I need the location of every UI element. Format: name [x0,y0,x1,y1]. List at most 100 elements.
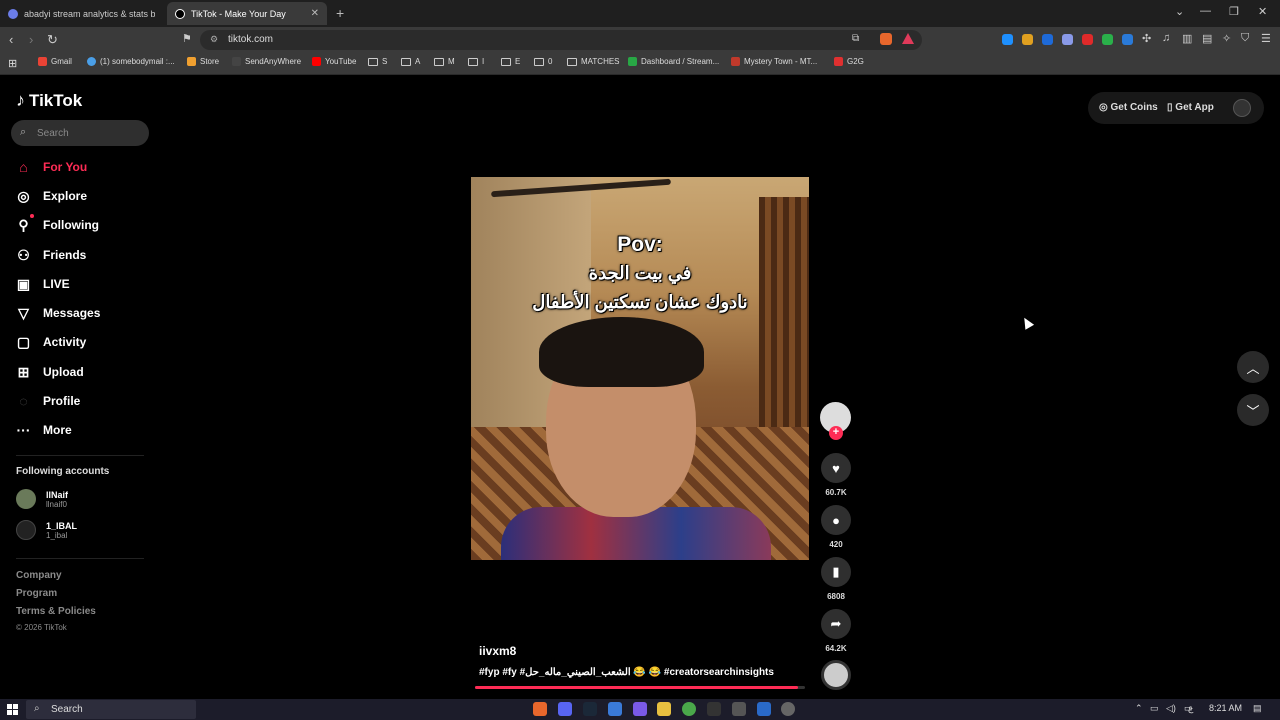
sidebar-item-activity[interactable]: ▢ Activity [16,331,86,353]
bookmark-folder-s[interactable]: S [368,57,387,66]
tab-stream-analytics[interactable]: abadyi stream analytics & stats by 26 [0,2,163,25]
sidebar-item-label: For You [43,160,88,174]
forward-icon[interactable]: › [29,32,33,47]
network-icon[interactable]: ▭ [1150,703,1159,714]
footer-link-program[interactable]: Program [16,588,57,599]
sidebar-item-for-you[interactable]: ⌂ For You [16,156,87,178]
leo-ai-icon[interactable]: ✧ [1222,32,1231,45]
sidebar-item-messages[interactable]: ▽ Messages [16,302,100,324]
follow-plus-icon[interactable]: + [829,426,843,440]
following-account-item[interactable]: 1_IBAL 1_ibal [16,520,77,540]
bookmark-sendanywhere[interactable]: SendAnyWhere [232,57,301,66]
language-indicator[interactable]: ع [1188,703,1193,714]
tiktok-logo[interactable]: ♪ TikTok [16,90,82,111]
bookmark-somebodymail[interactable]: (1) somebodymail :... [87,57,175,66]
discord-icon[interactable] [558,702,572,716]
restore-icon[interactable]: ❐ [1229,5,1239,18]
bookmark-folder-m[interactable]: M [434,57,455,66]
media-icon[interactable]: ♫ [1162,32,1170,44]
extension-icon[interactable] [1082,34,1093,45]
extensions-puzzle-icon[interactable]: ✣ [1142,32,1151,45]
tab-search-chevron-icon[interactable]: ⌄ [1175,5,1184,18]
extension-icon[interactable] [1122,34,1133,45]
sidebar-item-friends[interactable]: ⚇ Friends [16,244,86,266]
share-button[interactable]: ➦ [821,609,851,639]
app-icon[interactable] [633,702,647,716]
extension-icon[interactable] [1062,34,1073,45]
next-video-button[interactable]: ﹀ [1237,394,1269,426]
menu-icon[interactable]: ☰ [1261,32,1271,45]
bookmark-folder-0[interactable]: 0 [534,57,552,66]
brave-rewards-icon[interactable] [902,33,914,44]
bookmark-folder-a[interactable]: A [401,57,420,66]
bookmark-folder-i[interactable]: I [468,57,484,66]
extension-icon[interactable] [1002,34,1013,45]
video-author[interactable]: iivxm8 [479,644,516,658]
comment-button[interactable]: ● [821,505,851,535]
apps-grid-icon[interactable]: ⊞ [8,57,17,70]
video-caption[interactable]: #fyp #fy #الشعب_الصيني_ماله_حل 😂 😂 #crea… [479,667,774,678]
extension-icon[interactable] [1042,34,1053,45]
extension-icon[interactable] [1022,34,1033,45]
app-icon[interactable] [732,702,746,716]
bookmark-g2g[interactable]: G2G [834,57,864,66]
url-field[interactable]: ⚙ tiktok.com ⧉ [200,30,922,50]
app-icon[interactable] [781,702,795,716]
app-icon[interactable] [757,702,771,716]
bookmark-youtube[interactable]: YouTube [312,57,356,66]
sidebar-item-upload[interactable]: ⊞ Upload [16,361,84,383]
new-tab-button[interactable]: + [336,5,344,21]
tray-overflow-icon[interactable]: ⌃ [1135,703,1143,714]
user-avatar[interactable] [1233,99,1251,117]
bookmark-mystery-town[interactable]: Mystery Town - MT... [731,57,817,66]
brave-shields-icon[interactable] [880,33,892,45]
bookmark-folder-e[interactable]: E [501,57,520,66]
sidebar-item-profile[interactable]: ◌ Profile [16,390,80,412]
bookmark-gmail[interactable]: Gmail [38,57,72,66]
steam-icon[interactable] [583,702,597,716]
chrome-icon[interactable] [682,702,696,716]
extension-icon[interactable] [1102,34,1113,45]
sidebar-item-following[interactable]: ⚲ Following [16,214,99,236]
sidebar-item-explore[interactable]: ◎ Explore [16,185,87,207]
taskbar-search[interactable]: ⌕ Search [26,700,196,719]
sidebar-item-more[interactable]: ··· More [16,419,72,441]
volume-icon[interactable]: ◁) [1166,703,1176,714]
get-app-button[interactable]: ▯ Get App [1167,102,1214,113]
music-disc-icon[interactable] [821,660,851,690]
clock[interactable]: 8:21 AM [1209,703,1242,713]
bookmark-store[interactable]: Store [187,57,219,66]
wallet-icon[interactable]: ▤ [1202,32,1212,45]
video-progress-bar[interactable] [475,686,805,689]
search-box[interactable]: ⌕ [11,120,149,146]
bookmark-dashboard[interactable]: Dashboard / Stream... [628,57,719,66]
footer-link-terms[interactable]: Terms & Policies [16,606,96,617]
like-button[interactable]: ♥ [821,453,851,483]
get-coins-button[interactable]: ◎ Get Coins [1099,102,1158,113]
close-window-icon[interactable]: ✕ [1258,5,1267,18]
minimize-icon[interactable]: — [1200,5,1211,17]
reload-icon[interactable]: ↻ [47,32,58,48]
tab-tiktok[interactable]: TikTok - Make Your Day ✕ [167,2,327,25]
site-info-icon[interactable]: ⚙ [210,34,218,45]
vpn-shield-icon[interactable]: ⛉ [1241,32,1249,45]
following-account-item[interactable]: llNaif llnaif0 [16,489,68,509]
sidebar-item-live[interactable]: ▣ LIVE [16,273,70,295]
footer-link-company[interactable]: Company [16,570,62,581]
app-icon[interactable] [707,702,721,716]
search-input[interactable] [37,125,142,141]
video-player[interactable]: Pov: في بيت الجدة نادوك عشان تسكتين الأط… [471,177,809,560]
brave-browser-icon[interactable] [533,702,547,716]
previous-video-button[interactable]: ︿ [1237,351,1269,383]
save-button[interactable]: ▮ [821,557,851,587]
close-tab-icon[interactable]: ✕ [311,8,319,19]
file-explorer-icon[interactable] [657,702,671,716]
windows-start-icon[interactable] [7,704,18,715]
bookmark-icon[interactable]: ⚑ [182,32,192,45]
app-icon[interactable] [608,702,622,716]
sidebar-toggle-icon[interactable]: ▥ [1182,32,1192,45]
bookmark-folder-matches[interactable]: MATCHES [567,57,620,66]
back-icon[interactable]: ‹ [9,32,13,47]
open-external-icon[interactable]: ⧉ [852,33,859,44]
notifications-icon[interactable]: ▤ [1253,703,1262,714]
